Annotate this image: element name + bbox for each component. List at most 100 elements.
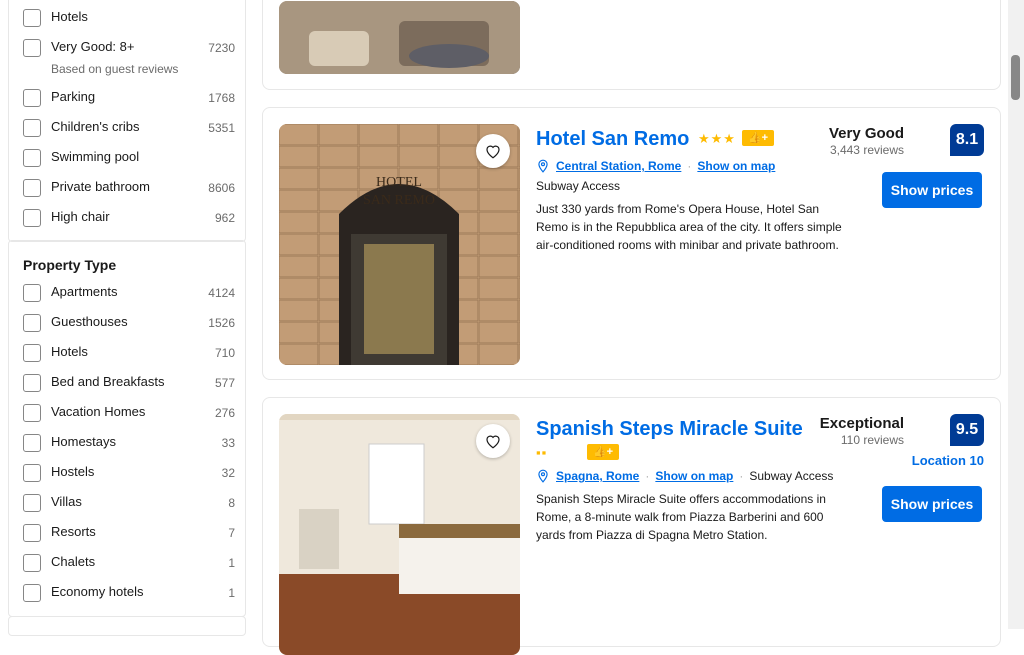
checkbox[interactable] xyxy=(23,89,41,107)
filter-row[interactable]: Hotels 710 xyxy=(23,343,235,363)
show-prices-button[interactable]: Show prices xyxy=(882,486,982,522)
filter-count: 33 xyxy=(221,436,235,450)
star-rating: ★★★ xyxy=(698,131,736,146)
checkbox[interactable] xyxy=(23,344,41,362)
filter-count: 1768 xyxy=(208,91,235,105)
filter-row[interactable]: Private bathroom 8606 xyxy=(23,178,235,198)
review-count: 3,443 reviews xyxy=(829,143,904,157)
filter-count: 710 xyxy=(214,346,235,360)
location-score: Location 10 xyxy=(911,453,984,468)
hotel-name-link[interactable]: Hotel San Remo xyxy=(536,128,689,151)
filter-count: 8 xyxy=(228,496,235,510)
hotel-description: Just 330 yards from Rome's Opera House, … xyxy=(536,202,842,252)
section-title: Property Type xyxy=(23,257,117,273)
location-link[interactable]: Central Station, Rome xyxy=(556,159,681,173)
filter-row[interactable]: Apartments 4124 xyxy=(23,283,235,303)
location-line: Spagna, Rome · Show on map · Subway Acce… xyxy=(536,468,833,484)
page-scrollbar[interactable] xyxy=(1008,0,1024,629)
filter-label: Economy hotels xyxy=(51,584,144,599)
location-line: Central Station, Rome · Show on map xyxy=(536,158,775,174)
svg-text:HOTEL: HOTEL xyxy=(376,175,422,190)
checkbox[interactable] xyxy=(23,584,41,602)
lobby-image xyxy=(279,1,520,74)
checkbox[interactable] xyxy=(23,524,41,542)
filter-label: Parking xyxy=(51,89,96,104)
separator-dot: · xyxy=(645,469,650,483)
filter-subtext: Based on guest reviews xyxy=(51,62,179,76)
filter-label: Resorts xyxy=(51,524,96,539)
filter-row[interactable]: Very Good: 8+ 7230 xyxy=(23,38,235,58)
transit-info: Subway Access xyxy=(749,469,834,483)
apartment-rating: ▪▪ xyxy=(536,445,548,460)
save-heart-button[interactable] xyxy=(476,134,510,168)
filter-count: 577 xyxy=(214,376,235,390)
hotel-name-link[interactable]: Spanish Steps Miracle Suite xyxy=(536,418,803,441)
filter-label: Hotels xyxy=(51,344,88,359)
filter-row[interactable]: Chalets 1 xyxy=(23,553,235,573)
rating-word: Very Good xyxy=(828,125,904,142)
hotel-photo[interactable] xyxy=(279,1,520,74)
checkbox[interactable] xyxy=(23,209,41,227)
filter-count: 1526 xyxy=(208,316,235,330)
filter-label: Bed and Breakfasts xyxy=(51,374,165,389)
filter-label: Homestays xyxy=(51,434,117,449)
filter-row[interactable]: Children's cribs 5351 xyxy=(23,118,235,138)
show-on-map-link[interactable]: Show on map xyxy=(697,159,775,173)
filter-count: 7 xyxy=(228,526,235,540)
checkbox[interactable] xyxy=(23,284,41,302)
filter-row[interactable]: Homestays 33 xyxy=(23,433,235,453)
filter-count: 1 xyxy=(228,586,235,600)
separator-dot: · xyxy=(687,159,692,173)
filter-row[interactable]: Parking 1768 xyxy=(23,88,235,108)
transit-info: Subway Access xyxy=(536,179,621,193)
filter-count: 32 xyxy=(221,466,235,480)
checkbox[interactable] xyxy=(23,374,41,392)
filter-label: Guesthouses xyxy=(51,314,128,329)
filter-row[interactable]: Hotels xyxy=(23,8,235,28)
property-type-panel: Property Type Apartments 4124 Guesthouses… xyxy=(8,240,246,617)
checkbox[interactable] xyxy=(23,404,41,422)
filter-label: Chalets xyxy=(51,554,96,569)
filter-row[interactable]: Villas 8 xyxy=(23,493,235,513)
filter-row[interactable]: Economy hotels 1 xyxy=(23,583,235,603)
filter-row[interactable]: Guesthouses 1526 xyxy=(23,313,235,333)
checkbox[interactable] xyxy=(23,39,41,57)
checkbox[interactable] xyxy=(23,9,41,27)
filter-label: Apartments xyxy=(51,284,118,299)
filter-row[interactable]: High chair 962 xyxy=(23,208,235,228)
save-heart-button[interactable] xyxy=(476,424,510,458)
filter-count: 7230 xyxy=(208,41,235,55)
rating-word: Exceptional xyxy=(819,415,904,432)
location-pin-icon xyxy=(538,159,548,173)
filters-sidebar: Hotels Very Good: 8+ 7230 Based on guest … xyxy=(8,0,246,636)
show-on-map-link[interactable]: Show on map xyxy=(655,469,733,483)
filter-count: 4124 xyxy=(208,286,235,300)
filter-row[interactable]: Hostels 32 xyxy=(23,463,235,483)
location-link[interactable]: Spagna, Rome xyxy=(556,469,639,483)
filter-row[interactable]: Bed and Breakfasts 577 xyxy=(23,373,235,393)
checkbox[interactable] xyxy=(23,494,41,512)
checkbox[interactable] xyxy=(23,464,41,482)
facilities-panel: Hotels Very Good: 8+ 7230 Based on guest … xyxy=(8,0,246,242)
checkbox[interactable] xyxy=(23,179,41,197)
review-score-badge: 8.1 xyxy=(950,124,984,156)
filter-count: 962 xyxy=(214,211,235,225)
filter-row[interactable]: Resorts 7 xyxy=(23,523,235,543)
filter-count: 276 xyxy=(214,406,235,420)
hotel-photo[interactable]: HOTEL SAN REMO xyxy=(279,124,520,365)
scrollbar-thumb[interactable] xyxy=(1011,55,1020,100)
checkbox[interactable] xyxy=(23,119,41,137)
hotel-photo[interactable] xyxy=(279,414,520,655)
filter-label: High chair xyxy=(51,209,110,224)
preferred-badge: 👍+ xyxy=(587,444,619,460)
filter-row[interactable]: Vacation Homes 276 xyxy=(23,403,235,423)
heart-icon xyxy=(486,435,500,449)
checkbox[interactable] xyxy=(23,434,41,452)
filter-count: 8606 xyxy=(208,181,235,195)
show-prices-button[interactable]: Show prices xyxy=(882,172,982,208)
filter-row[interactable]: Swimming pool xyxy=(23,148,235,168)
checkbox[interactable] xyxy=(23,149,41,167)
checkbox[interactable] xyxy=(23,554,41,572)
checkbox[interactable] xyxy=(23,314,41,332)
result-card: HOTEL SAN REMO Hotel San Remo ★★★ 👍+ Cen… xyxy=(262,107,1001,380)
